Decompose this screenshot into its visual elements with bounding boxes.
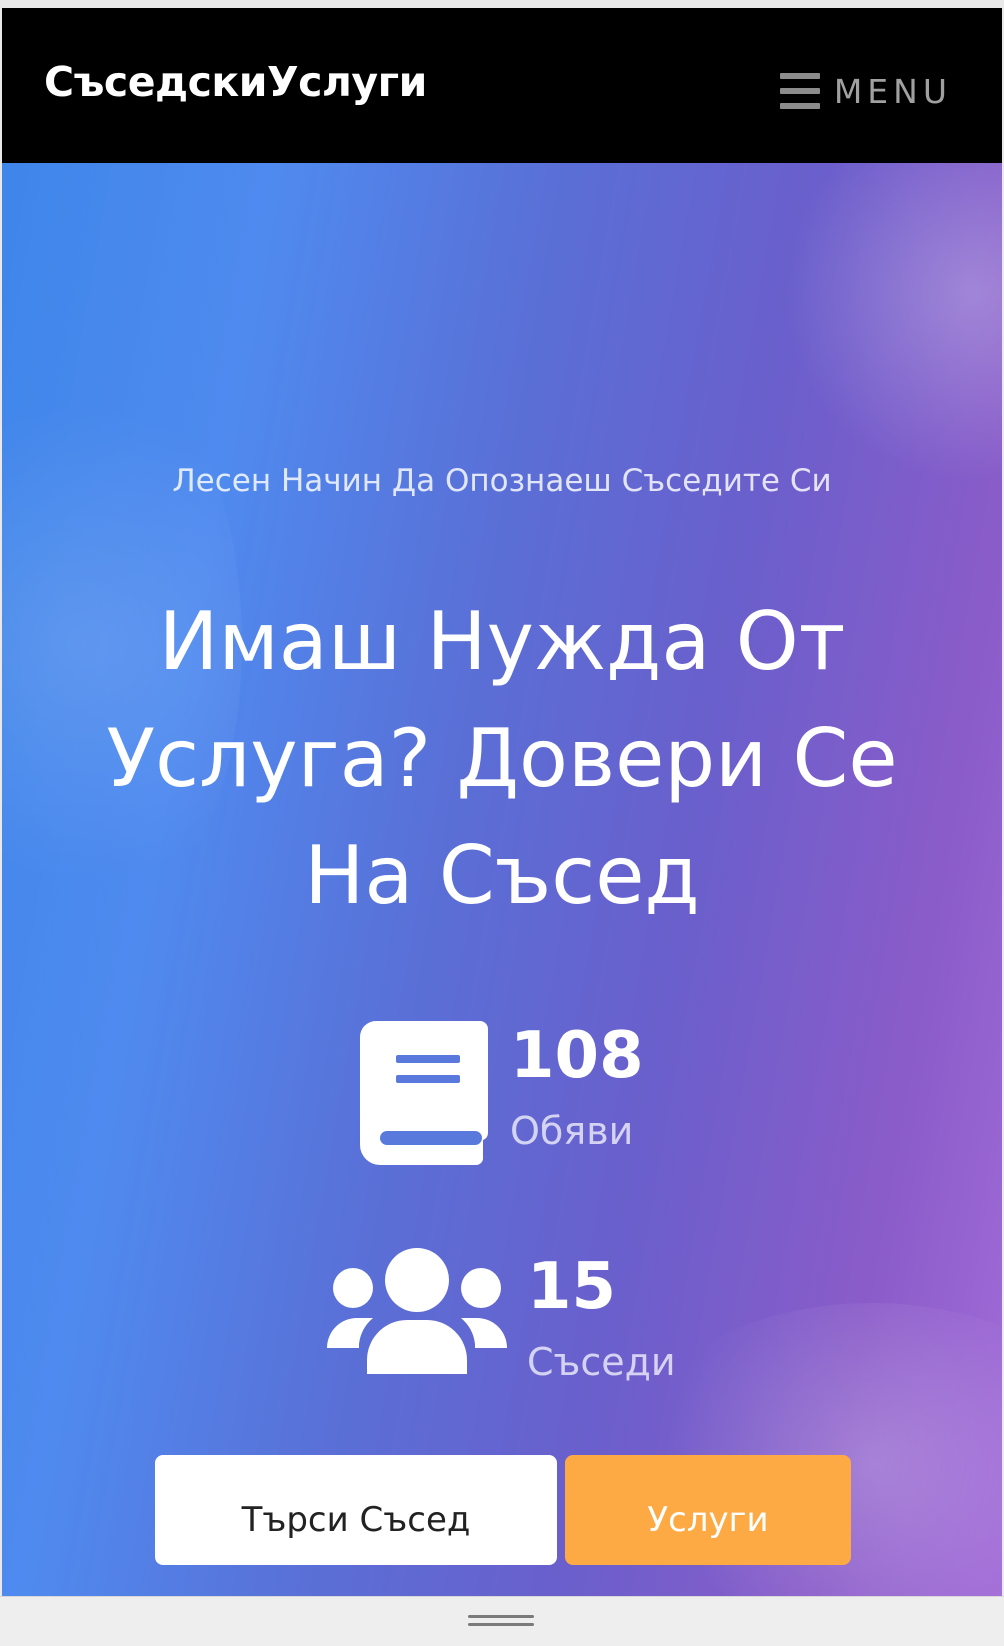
stat-listings: 108 Обяви: [360, 1021, 644, 1167]
browser-viewport: СъседскиУслуги MENU Лесен Начин Да Опозн…: [2, 8, 1002, 1596]
stat-neighbors-value: 15: [527, 1250, 617, 1324]
search-neighbor-button[interactable]: Търси Съсед: [155, 1455, 557, 1565]
drag-handle-icon[interactable]: [468, 1615, 534, 1629]
headline-line-2: Услуга? Довери Се: [106, 712, 898, 805]
users-icon: [327, 1248, 507, 1374]
headline-line-1: Имаш Нужда От: [158, 595, 846, 688]
stat-listings-value: 108: [510, 1019, 644, 1093]
hero-section: Лесен Начин Да Опознаеш Съседите Си Имаш…: [2, 163, 1002, 1596]
brand-logo[interactable]: СъседскиУслуги: [44, 58, 427, 106]
headline-line-3: На Съсед: [304, 829, 700, 922]
hero-tagline: Лесен Начин Да Опознаеш Съседите Си: [172, 463, 832, 499]
bottom-sheet-bar[interactable]: [0, 1596, 1004, 1646]
services-button[interactable]: Услуги: [565, 1455, 851, 1565]
top-navbar: СъседскиУслуги MENU: [2, 8, 1002, 163]
device-frame: СъседскиУслуги MENU Лесен Начин Да Опозн…: [0, 0, 1004, 1646]
menu-button[interactable]: MENU: [779, 68, 952, 114]
stat-listings-label: Обяви: [510, 1109, 634, 1153]
stat-neighbors: 15 Съседи: [327, 1248, 676, 1384]
hamburger-icon: [779, 73, 820, 109]
stat-neighbors-label: Съседи: [527, 1340, 676, 1384]
book-icon: [360, 1021, 488, 1166]
hero-headline: Имаш Нужда От Услуга? Довери Се На Съсед: [62, 583, 942, 934]
menu-label: MENU: [833, 71, 952, 111]
